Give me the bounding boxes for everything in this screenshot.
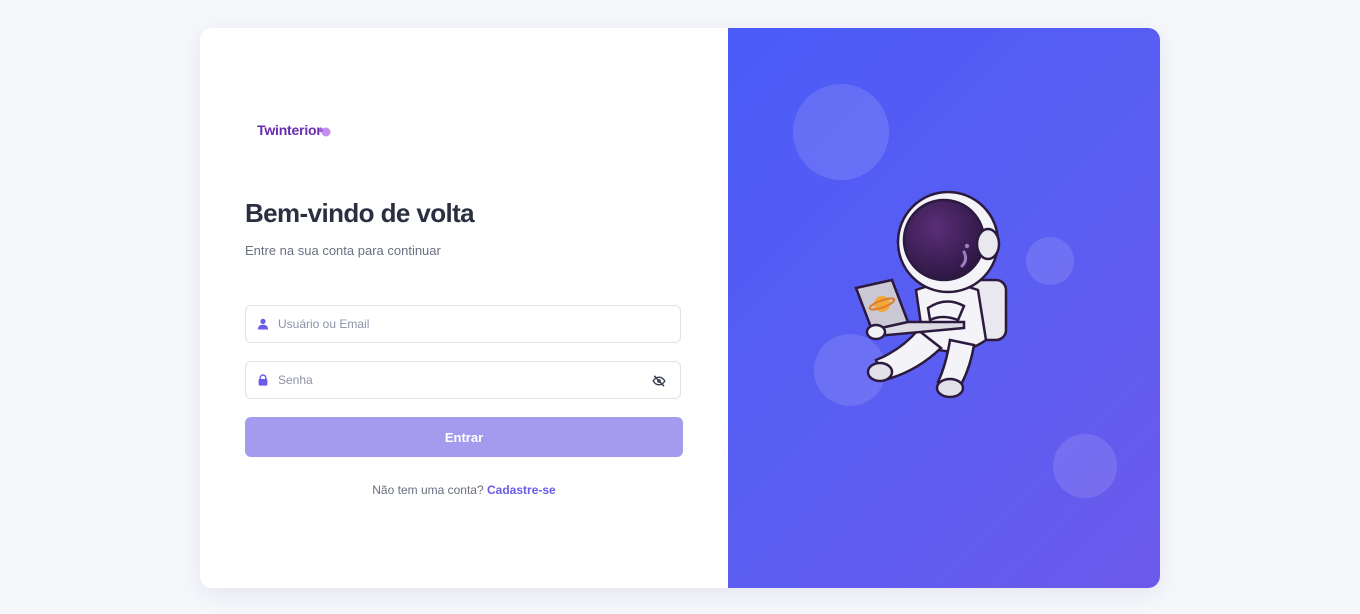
page-title: Bem-vindo de volta [245,198,475,228]
login-button[interactable]: Entrar [245,417,683,457]
brand-logo-mark-icon [318,127,331,137]
login-card: Twinterior Bem-vindo de volta Entre na s… [200,28,1160,588]
password-field[interactable] [245,361,681,399]
illustration-panel [728,28,1160,588]
signup-link[interactable]: Cadastre-se [487,483,556,497]
decorative-bubble [1026,237,1074,285]
page-subtitle: Entre na sua conta para continuar [245,243,441,258]
login-panel: Twinterior Bem-vindo de volta Entre na s… [200,28,728,588]
user-icon [258,318,268,330]
lock-icon [258,374,268,386]
username-input[interactable] [278,306,638,342]
decorative-bubble [1053,434,1117,498]
astronaut-with-laptop-illustration [854,190,1008,399]
signup-prompt: Não tem uma conta? Cadastre-se [245,483,683,497]
signup-prompt-text: Não tem uma conta? [372,483,484,497]
eye-off-icon[interactable] [652,374,666,388]
decorative-bubble [793,84,889,180]
username-field[interactable] [245,305,681,343]
brand-logo: Twinterior [257,122,322,138]
password-input[interactable] [278,362,638,398]
